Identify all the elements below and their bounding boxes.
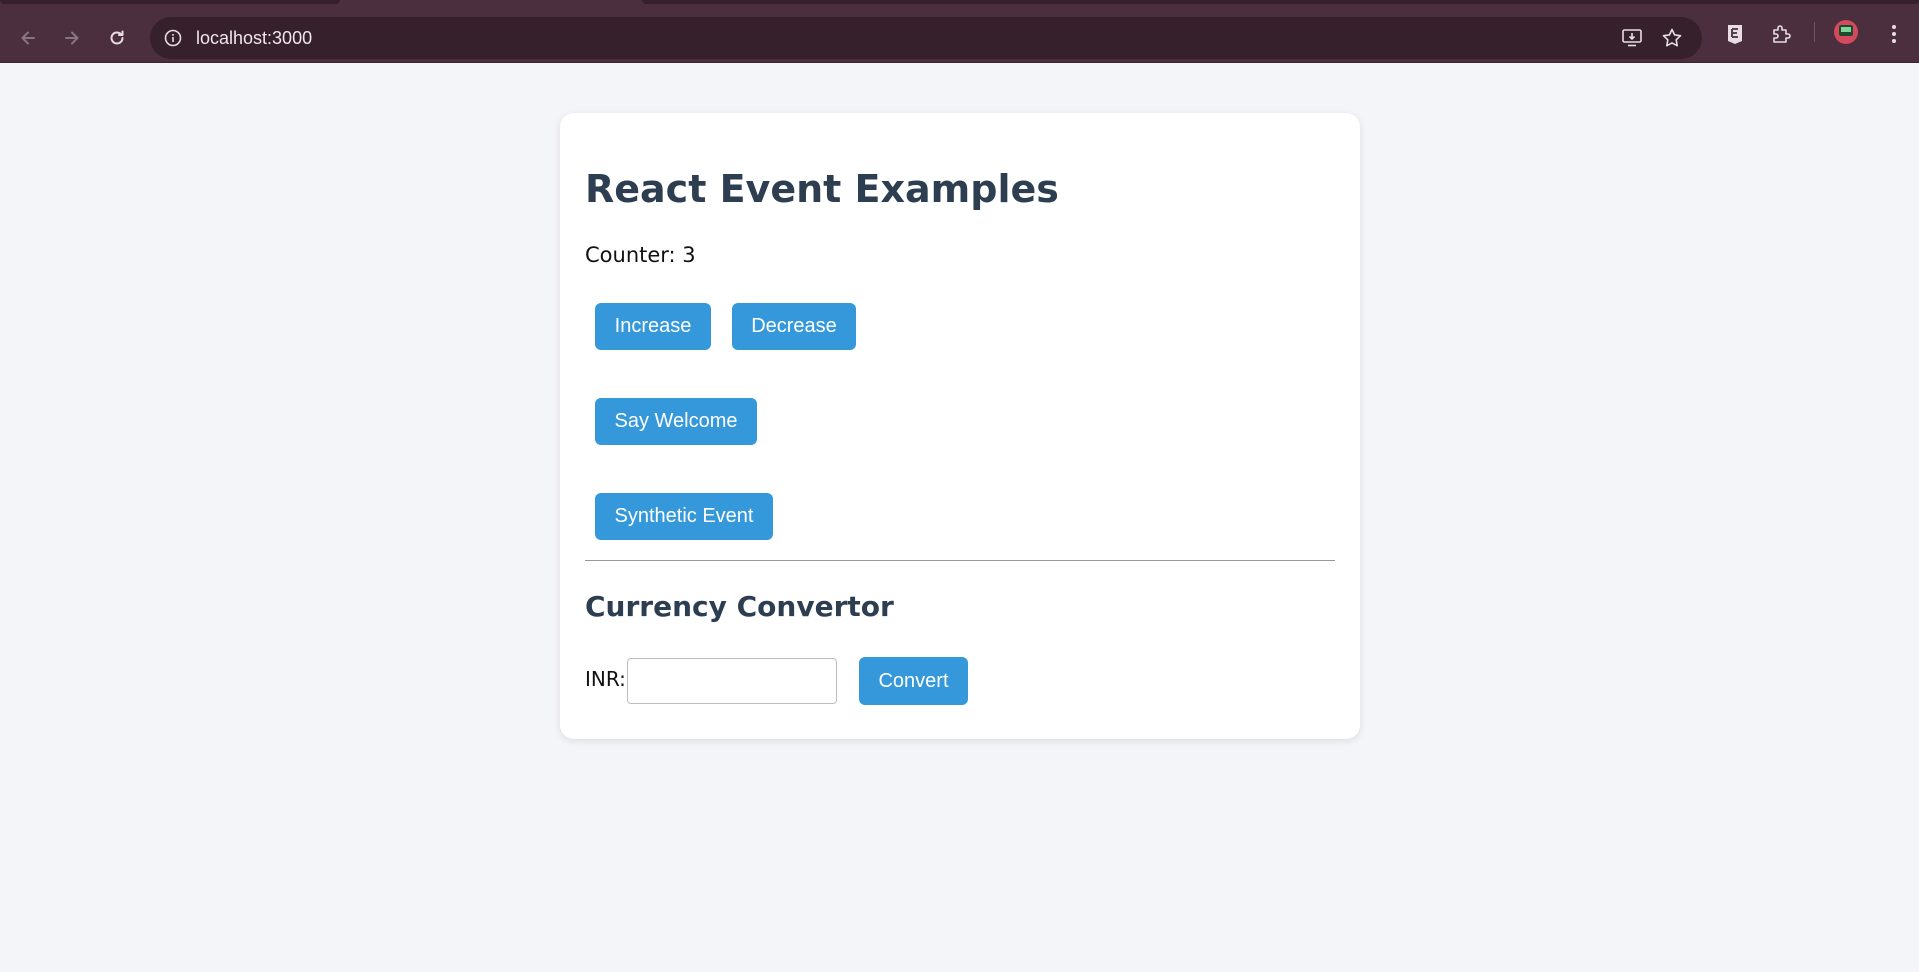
reload-icon <box>110 30 124 45</box>
toolbar-divider <box>1814 22 1815 42</box>
url-text[interactable]: localhost:3000 <box>196 17 312 59</box>
page-title: React Event Examples <box>585 167 1059 211</box>
back-button[interactable] <box>12 22 44 54</box>
reload-button[interactable] <box>101 22 133 54</box>
address-bar[interactable]: localhost:3000 <box>150 17 1702 59</box>
counter-display: Counter: 3 <box>585 243 696 267</box>
menu-kebab-icon[interactable] <box>1880 20 1908 48</box>
inr-input[interactable] <box>627 658 837 704</box>
examples-card: React Event Examples Counter: 3 Increase… <box>560 113 1360 739</box>
tab-edge-left[interactable] <box>0 0 340 4</box>
say-welcome-button[interactable]: Say Welcome <box>595 398 757 445</box>
section-divider <box>585 560 1335 561</box>
tab-strip <box>0 0 1919 13</box>
forward-icon <box>65 31 79 45</box>
back-icon <box>21 31 35 45</box>
inr-label: INR: <box>585 667 626 691</box>
currency-heading: Currency Convertor <box>585 590 894 623</box>
site-info-icon[interactable] <box>160 25 186 51</box>
profile-avatar[interactable] <box>1834 20 1858 44</box>
install-app-icon[interactable] <box>1619 25 1645 51</box>
increase-button[interactable]: Increase <box>595 303 711 350</box>
extensions-puzzle-icon[interactable] <box>1767 20 1795 48</box>
bookmark-star-icon[interactable] <box>1659 25 1685 51</box>
convert-button[interactable]: Convert <box>859 657 968 705</box>
extension-e-icon[interactable] <box>1721 20 1749 48</box>
tab-edge-right[interactable] <box>642 0 1919 4</box>
synthetic-event-button[interactable]: Synthetic Event <box>595 493 773 540</box>
decrease-button[interactable]: Decrease <box>732 303 856 350</box>
forward-button[interactable] <box>56 22 88 54</box>
browser-toolbar: localhost:3000 <box>0 13 1919 63</box>
